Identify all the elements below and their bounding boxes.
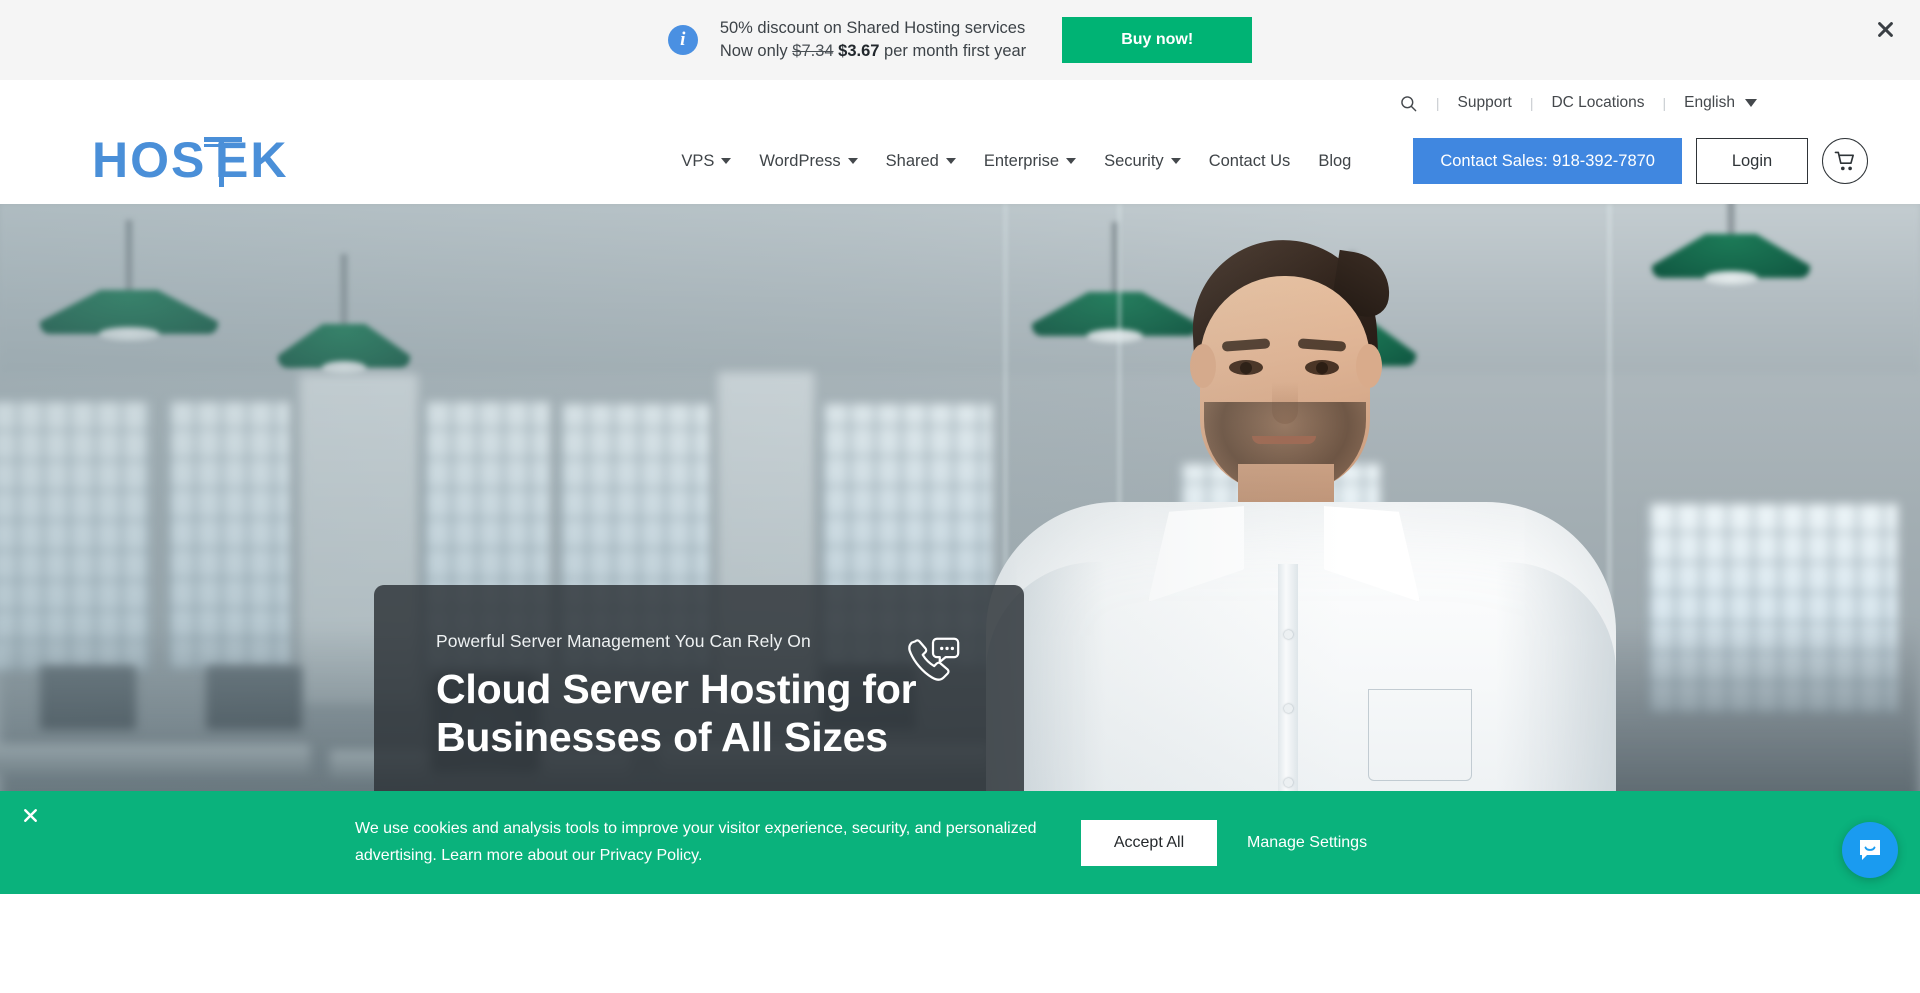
promo-close-button[interactable] xyxy=(1868,12,1902,46)
header-actions: Contact Sales: 918-392-7870 Login xyxy=(1413,138,1868,184)
cookie-actions: Accept All Manage Settings xyxy=(1081,819,1367,866)
search-button[interactable] xyxy=(1381,94,1436,113)
promo-text: 50% discount on Shared Hosting services … xyxy=(720,17,1026,64)
nav-label: VPS xyxy=(681,151,715,170)
hero-title: Cloud Server Hosting for Businesses of A… xyxy=(436,666,917,760)
site-header: | Support | DC Locations | English HOS E… xyxy=(0,80,1920,204)
nav-item-contact-us[interactable]: Contact Us xyxy=(1195,152,1305,171)
utility-item-dc-locations[interactable]: DC Locations xyxy=(1533,94,1662,112)
promo-line-1: 50% discount on Shared Hosting services xyxy=(719,18,1026,37)
search-icon xyxy=(1401,95,1417,111)
language-label: English xyxy=(1684,94,1735,111)
chevron-down-icon xyxy=(945,158,956,164)
nav-item-vps[interactable]: VPS xyxy=(667,152,745,171)
privacy-policy-link[interactable]: Privacy Policy xyxy=(600,847,698,864)
chevron-down-icon xyxy=(1170,158,1181,164)
nav-label: Security xyxy=(1104,151,1164,170)
nav-label: Shared xyxy=(885,151,939,170)
nav-item-enterprise[interactable]: Enterprise xyxy=(970,152,1090,171)
manage-settings-button[interactable]: Manage Settings xyxy=(1247,834,1367,852)
hero-section: Powerful Server Management You Can Rely … xyxy=(0,204,1920,894)
utility-item-support[interactable]: Support xyxy=(1440,94,1530,112)
site-logo[interactable]: HOS EK xyxy=(92,135,392,187)
svg-text:EK: EK xyxy=(215,135,288,187)
login-button[interactable]: Login xyxy=(1696,138,1808,184)
nav-label: WordPress xyxy=(759,151,841,170)
utility-item-language[interactable]: English xyxy=(1666,94,1775,112)
phone-chat-icon xyxy=(908,637,960,681)
promo-line-2: Now only $7.34 $3.67 per month first yea… xyxy=(719,42,1027,60)
chat-launcher-button[interactable] xyxy=(1842,822,1898,878)
chat-bubble-icon xyxy=(1860,840,1880,860)
promo-banner: i 50% discount on Shared Hosting service… xyxy=(0,0,1920,80)
chevron-down-icon xyxy=(847,158,858,164)
cookie-close-button[interactable] xyxy=(16,801,44,829)
shopping-cart-icon xyxy=(1834,151,1854,170)
main-nav: VPS WordPress Shared Enterprise Security… xyxy=(667,152,1365,171)
cookie-consent-banner: We use cookies and analysis tools to imp… xyxy=(0,791,1920,894)
nav-item-wordpress[interactable]: WordPress xyxy=(745,152,871,171)
close-icon xyxy=(23,808,37,822)
hero-eyebrow: Powerful Server Management You Can Rely … xyxy=(436,631,811,651)
nav-item-shared[interactable]: Shared xyxy=(872,152,970,171)
nav-item-blog[interactable]: Blog xyxy=(1304,152,1365,171)
chevron-down-icon xyxy=(721,158,732,164)
cart-button[interactable] xyxy=(1822,138,1868,184)
chevron-down-icon xyxy=(1745,99,1757,107)
promo-new-price: $3.67 xyxy=(838,42,880,60)
main-header-row: HOS EK VPS WordPress Shared Enterprise S… xyxy=(0,118,1920,204)
accept-all-button[interactable]: Accept All xyxy=(1081,819,1217,866)
promo-old-price: $7.34 xyxy=(792,42,834,60)
nav-label: Blog xyxy=(1318,151,1352,170)
nav-item-security[interactable]: Security xyxy=(1090,152,1195,171)
close-icon xyxy=(1877,21,1893,37)
hostek-logo: HOS EK xyxy=(92,135,288,187)
nav-label: Contact Us xyxy=(1208,151,1291,170)
utility-nav: | Support | DC Locations | English xyxy=(0,80,1920,118)
info-icon: i xyxy=(667,25,698,55)
nav-label: Enterprise xyxy=(983,151,1060,170)
buy-now-button[interactable]: Buy now! xyxy=(1062,17,1253,63)
chevron-down-icon xyxy=(1066,158,1077,164)
cookie-text: We use cookies and analysis tools to imp… xyxy=(355,820,1037,864)
promo-message: i 50% discount on Shared Hosting service… xyxy=(667,17,1026,64)
contact-sales-button[interactable]: Contact Sales: 918-392-7870 xyxy=(1413,138,1682,184)
svg-text:HOS: HOS xyxy=(92,135,206,187)
